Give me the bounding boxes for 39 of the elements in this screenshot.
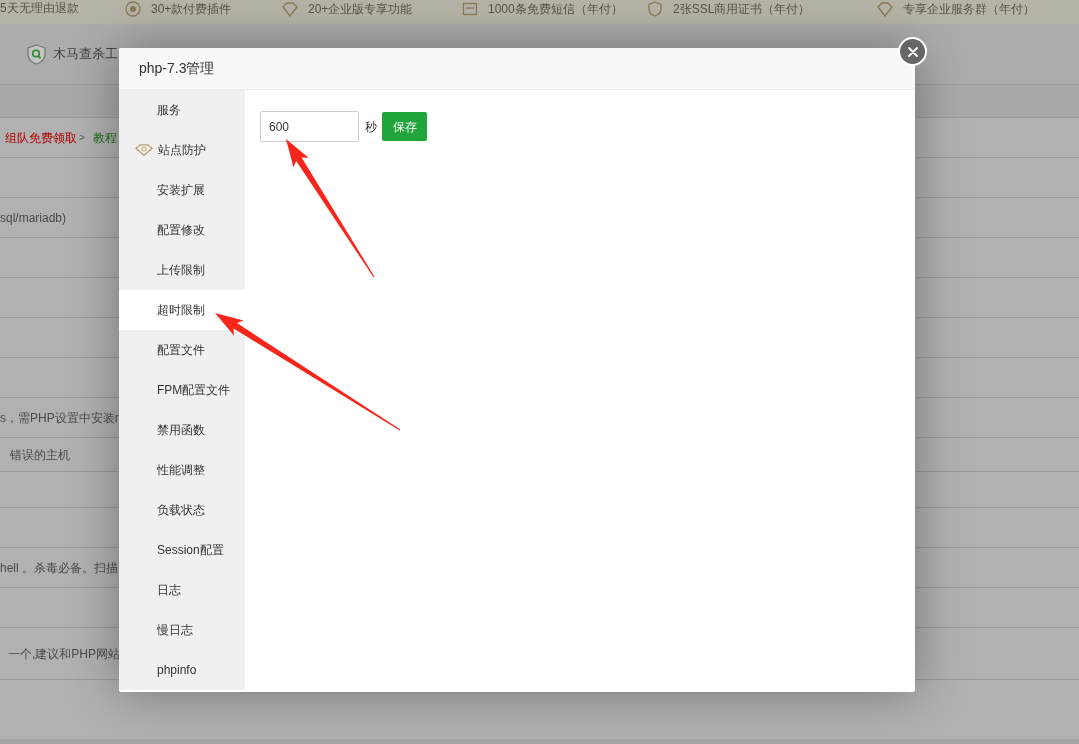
- promo-text: 20+企业版专享功能: [308, 2, 413, 16]
- promo-text: 2张SSL商用证书（年付）: [673, 2, 811, 16]
- row-text: 错误的主机: [9, 446, 70, 464]
- badge-icon: [125, 1, 141, 17]
- sidebar-item[interactable]: 禁用函数: [119, 410, 245, 450]
- sidebar-item[interactable]: 负载状态: [119, 490, 245, 530]
- sidebar-item[interactable]: phpinfo: [119, 650, 245, 690]
- sidebar-item[interactable]: 站点防护: [119, 130, 245, 170]
- row-text: s，需PHP设置中安装r: [0, 409, 119, 427]
- shield-icon: [647, 1, 663, 17]
- row-text: 一个,建议和PHP网站: [7, 645, 120, 663]
- sidebar-item[interactable]: 日志: [119, 570, 245, 610]
- sidebar-item[interactable]: Session配置: [119, 530, 245, 570]
- promo-text: 30+款付费插件: [151, 2, 232, 16]
- row-text: sql/mariadb): [0, 209, 67, 227]
- sidebar-item[interactable]: 安装扩展: [119, 170, 245, 210]
- row-text: hell 。杀毒必备。扫描: [0, 559, 118, 577]
- dialog-title: php-7.3管理: [139, 59, 215, 78]
- diamond-icon: [282, 1, 298, 17]
- sidebar-item[interactable]: 超时限制: [119, 290, 245, 330]
- sidebar-item[interactable]: 上传限制: [119, 250, 245, 290]
- diamond-icon: [135, 144, 153, 156]
- close-icon: [907, 46, 918, 57]
- sidebar-item[interactable]: 性能调整: [119, 450, 245, 490]
- sidebar-item[interactable]: 慢日志: [119, 610, 245, 650]
- promo-text: 5天无理由退款: [0, 1, 79, 15]
- sidebar-item[interactable]: 配置文件: [119, 330, 245, 370]
- message-icon: [462, 1, 478, 17]
- tool-label[interactable]: 木马查杀工: [53, 44, 118, 64]
- promo-text: 1000条免费短信（年付）: [488, 2, 623, 16]
- separator-text: >: [79, 131, 85, 145]
- sidebar-item[interactable]: 配置修改: [119, 210, 245, 250]
- unit-label: 秒: [365, 118, 377, 136]
- promo-text: 专享企业服务群（年付）: [903, 2, 1035, 16]
- sidebar-item[interactable]: FPM配置文件: [119, 370, 245, 410]
- sidebar-item[interactable]: 服务: [119, 90, 245, 130]
- shield-search-icon: [27, 43, 46, 65]
- timeout-input[interactable]: 600: [260, 111, 359, 142]
- diamond-icon: [877, 1, 893, 17]
